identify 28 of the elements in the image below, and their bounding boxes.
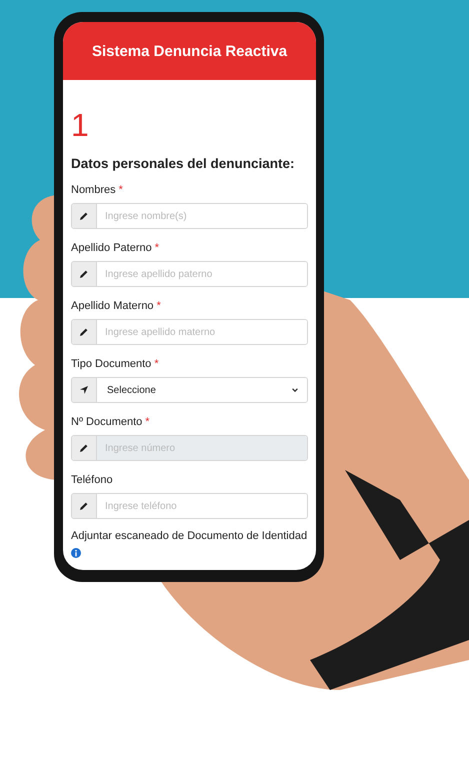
attachment-label: Adjuntar escaneado de Documento de Identidad bbox=[71, 530, 308, 542]
required-asterisk: * bbox=[156, 300, 161, 312]
required-asterisk: * bbox=[154, 358, 159, 370]
pencil-icon bbox=[79, 211, 89, 221]
pencil-icon bbox=[79, 327, 89, 337]
info-icon[interactable] bbox=[71, 548, 81, 558]
pencil-icon bbox=[79, 443, 89, 453]
field-label: Nº Documento bbox=[71, 416, 142, 428]
required-asterisk: * bbox=[118, 184, 123, 196]
pencil-icon bbox=[79, 501, 89, 511]
input-field[interactable]: Ingrese teléfono bbox=[71, 493, 308, 519]
step-number: 1 bbox=[71, 106, 90, 144]
location-arrow-icon bbox=[79, 385, 89, 395]
input-field[interactable]: Ingrese nombre(s) bbox=[71, 203, 308, 229]
document-type-select[interactable]: Seleccione bbox=[71, 377, 308, 403]
field-label: Teléfono bbox=[71, 474, 113, 486]
field-label: Tipo Documento bbox=[71, 358, 152, 370]
input-field[interactable]: Ingrese apellido paterno bbox=[71, 261, 308, 287]
input-field[interactable]: Ingrese apellido materno bbox=[71, 319, 308, 345]
field-label: Nombres bbox=[71, 184, 116, 196]
chevron-down-icon bbox=[291, 386, 299, 394]
required-asterisk: * bbox=[145, 416, 150, 428]
field-label: Apellido Paterno bbox=[71, 242, 152, 254]
section-heading: Datos personales del denunciante: bbox=[71, 156, 296, 171]
required-asterisk: * bbox=[154, 242, 160, 254]
app-title: Sistema Denuncia Reactiva bbox=[92, 42, 288, 60]
pencil-icon bbox=[79, 269, 89, 279]
field-label: Apellido Materno bbox=[71, 300, 154, 312]
